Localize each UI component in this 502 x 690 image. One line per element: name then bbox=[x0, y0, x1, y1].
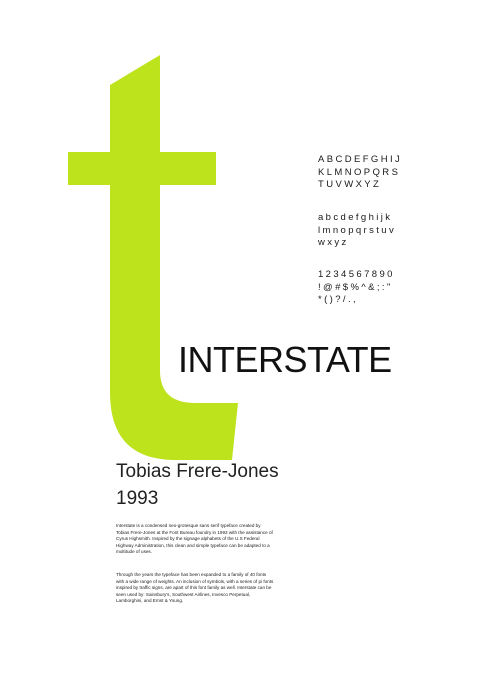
uppercase-line: ABCDEFGHIJ bbox=[318, 154, 403, 165]
lowercase-line: abcdefghijk bbox=[318, 212, 393, 223]
symbols-line: *()?/., bbox=[318, 294, 359, 305]
numbers-line: 1234567890 bbox=[318, 269, 395, 280]
description-paragraph-1: Interstate is a condensed neo-grotesque … bbox=[116, 523, 273, 555]
description-paragraph-2: Through the years the typeface has been … bbox=[116, 572, 274, 604]
lowercase-alphabet: abcdefghijk lmnopqrstuv wxyz bbox=[318, 212, 396, 250]
symbols-line: !@#$%^&;:" bbox=[318, 281, 393, 293]
uppercase-line: KLMNOPQRS bbox=[318, 166, 401, 178]
numbers-and-symbols: 1234567890 !@#$%^&;:" *()?/., bbox=[318, 269, 395, 307]
uppercase-alphabet: ABCDEFGHIJ KLMNOPQRS TUVWXYZ bbox=[318, 154, 402, 192]
lowercase-line: lmnopqrstuv bbox=[318, 224, 397, 236]
lowercase-line: wxyz bbox=[318, 237, 349, 248]
typeface-title: INTERSTATE bbox=[178, 339, 392, 380]
poster: ABCDEFGHIJ KLMNOPQRS TUVWXYZ abcdefghijk… bbox=[0, 0, 502, 690]
t-glyph-shape bbox=[68, 55, 238, 460]
uppercase-line: TUVWXYZ bbox=[318, 179, 382, 190]
designer-name: Tobias Frere-Jones bbox=[116, 461, 279, 482]
release-year: 1993 bbox=[116, 488, 159, 509]
